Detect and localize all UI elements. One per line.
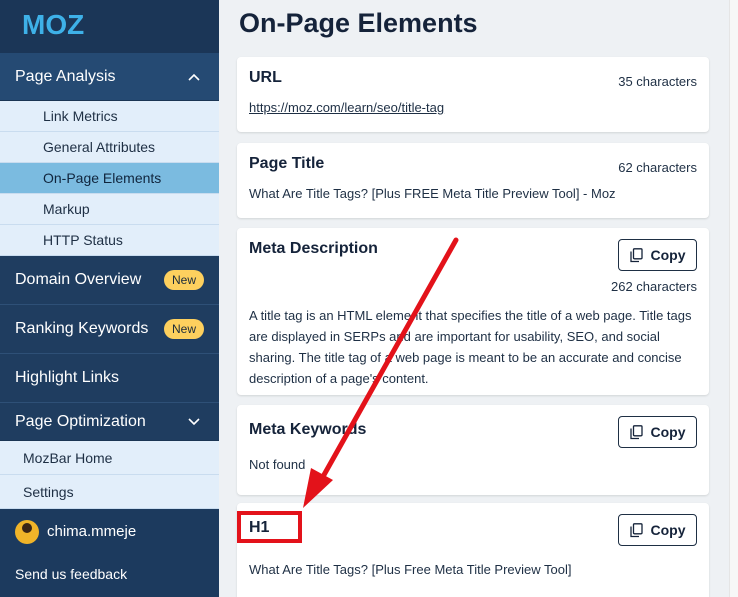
copy-label: Copy bbox=[650, 247, 686, 263]
user-name: chima.mmeje bbox=[47, 523, 137, 540]
url-link[interactable]: https://moz.com/learn/seo/title-tag bbox=[249, 100, 444, 115]
page-optimization-label: Page Optimization bbox=[15, 412, 146, 430]
page-optimization-list: MozBar Home Settings bbox=[0, 441, 219, 509]
page-analysis-header[interactable]: Page Analysis bbox=[0, 53, 219, 101]
url-card: URL 35 characters https://moz.com/learn/… bbox=[237, 57, 709, 132]
sidebar-item-general-attributes[interactable]: General Attributes bbox=[0, 132, 219, 163]
meta-description-value: A title tag is an HTML element that spec… bbox=[249, 308, 692, 386]
copy-icon bbox=[629, 424, 643, 439]
page-title-card: Page Title 62 characters What Are Title … bbox=[237, 143, 709, 218]
domain-overview-label: Domain Overview bbox=[15, 271, 142, 288]
copy-label: Copy bbox=[650, 424, 686, 440]
copy-icon bbox=[629, 247, 643, 262]
sidebar-item-mozbar-home[interactable]: MozBar Home bbox=[0, 441, 219, 475]
meta-description-char-count: 262 characters bbox=[611, 279, 697, 294]
meta-keywords-card: Meta Keywords Copy Not found bbox=[237, 405, 709, 495]
meta-description-copy-button[interactable]: Copy bbox=[618, 239, 697, 271]
url-char-count: 35 characters bbox=[618, 74, 697, 89]
h1-card: H1 Copy What Are Title Tags? [Plus Free … bbox=[237, 503, 709, 597]
sidebar-item-http-status[interactable]: HTTP Status bbox=[0, 225, 219, 256]
sidebar-item-ranking-keywords[interactable]: Ranking Keywords New bbox=[0, 305, 219, 354]
meta-keywords-value: Not found bbox=[249, 457, 306, 472]
highlight-links-label: Highlight Links bbox=[15, 369, 120, 386]
moz-logo-icon: MOZ bbox=[22, 10, 84, 38]
page-analysis-label: Page Analysis bbox=[15, 67, 116, 85]
main-content: On-Page Elements URL 35 characters https… bbox=[219, 0, 738, 597]
h1-highlight-box bbox=[237, 511, 302, 543]
copy-label: Copy bbox=[650, 522, 686, 538]
sidebar-item-settings[interactable]: Settings bbox=[0, 475, 219, 509]
chevron-down-icon bbox=[184, 412, 204, 432]
chevron-up-icon bbox=[184, 67, 204, 87]
moz-logo[interactable]: MOZ bbox=[0, 0, 219, 53]
sidebar: MOZ Page Analysis Link Metrics General A… bbox=[0, 0, 219, 597]
meta-keywords-copy-button[interactable]: Copy bbox=[618, 416, 697, 448]
user-account[interactable]: chima.mmeje bbox=[0, 509, 219, 554]
page-title-char-count: 62 characters bbox=[618, 160, 697, 175]
new-badge: New bbox=[163, 319, 204, 339]
h1-value: What Are Title Tags? [Plus Free Meta Tit… bbox=[249, 562, 572, 577]
page-optimization-header[interactable]: Page Optimization bbox=[0, 403, 219, 441]
page-title-value: What Are Title Tags? [Plus FREE Meta Tit… bbox=[249, 186, 616, 201]
new-badge: New bbox=[163, 270, 204, 290]
sidebar-item-link-metrics[interactable]: Link Metrics bbox=[0, 101, 219, 132]
meta-description-card: Meta Description Copy 262 characters A t… bbox=[237, 228, 709, 395]
sidebar-item-domain-overview[interactable]: Domain Overview New bbox=[0, 256, 219, 305]
ranking-keywords-label: Ranking Keywords bbox=[15, 320, 149, 337]
copy-icon bbox=[629, 522, 643, 537]
sidebar-item-highlight-links[interactable]: Highlight Links bbox=[0, 354, 219, 403]
sidebar-item-markup[interactable]: Markup bbox=[0, 194, 219, 225]
sidebar-item-on-page-elements[interactable]: On-Page Elements bbox=[0, 163, 219, 194]
page-title: On-Page Elements bbox=[239, 8, 478, 38]
avatar bbox=[15, 519, 39, 544]
scrollbar[interactable] bbox=[729, 0, 738, 597]
page-analysis-list: Link Metrics General Attributes On-Page … bbox=[0, 101, 219, 256]
h1-copy-button[interactable]: Copy bbox=[618, 514, 697, 546]
send-feedback-link[interactable]: Send us feedback bbox=[0, 554, 219, 594]
svg-text:MOZ: MOZ bbox=[22, 10, 84, 38]
